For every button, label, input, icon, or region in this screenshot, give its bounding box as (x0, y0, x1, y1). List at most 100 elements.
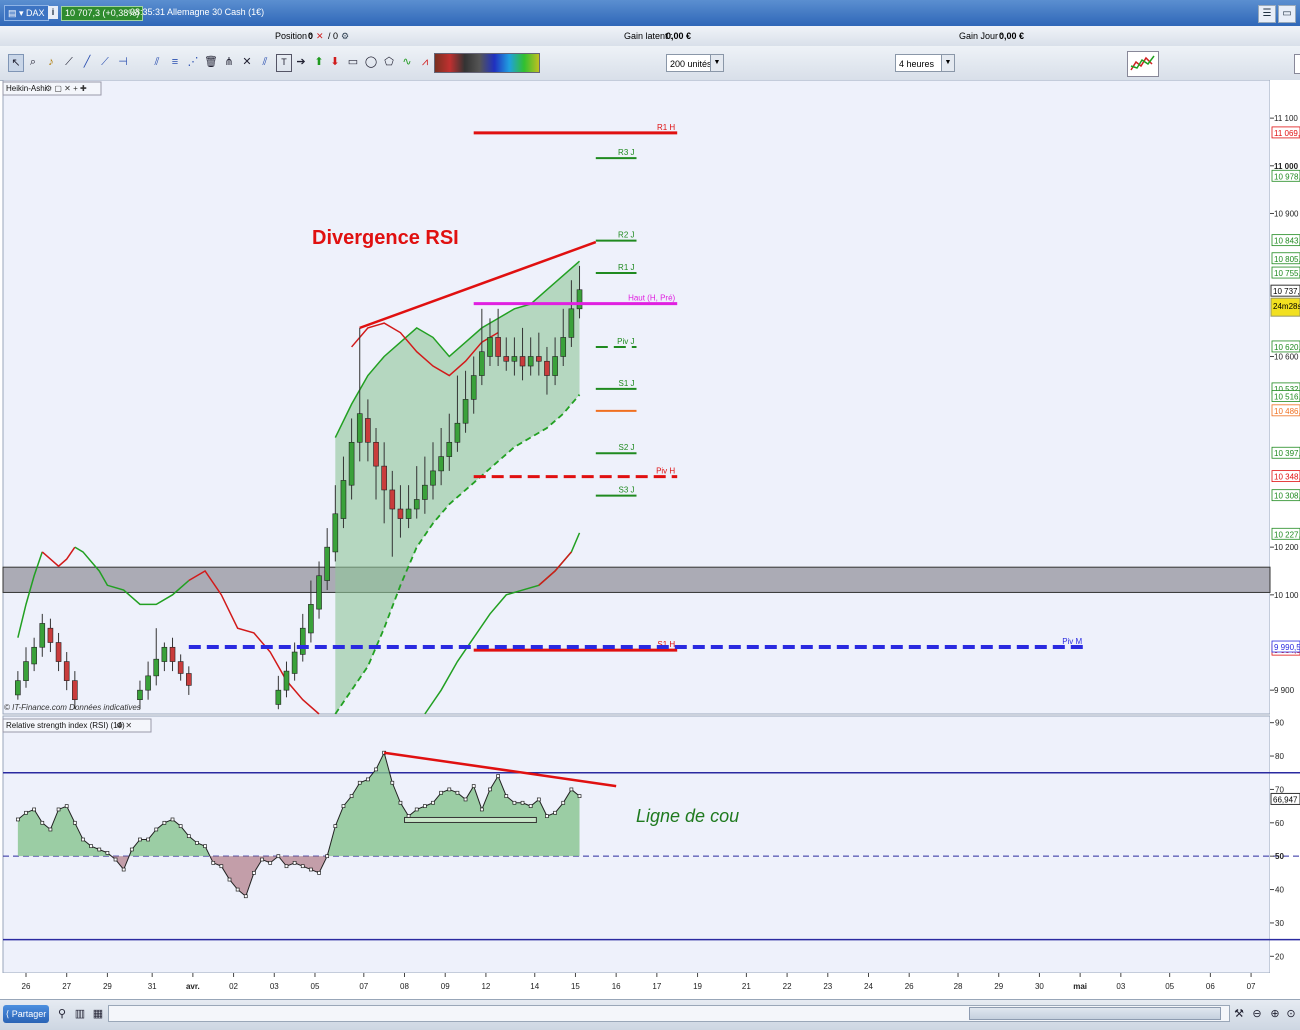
wrench-icon[interactable]: ⚒ (1232, 1006, 1246, 1022)
zoom-reset-icon[interactable]: ⊙ (1284, 1006, 1298, 1022)
candle-body (47, 627, 54, 643)
rsi-point (203, 844, 207, 849)
rsi-tick-label: 40 (1275, 886, 1284, 895)
chart-svg[interactable]: Heikin-Ashi⚙ ▢ ✕ + ✚ Relative strength in… (0, 79, 1300, 999)
rectangle-icon[interactable]: ▭ (346, 54, 360, 70)
ellipse-icon[interactable]: ◯ (364, 54, 378, 70)
rsi-point (105, 850, 110, 855)
drawing-toolbar: ↖ ⌕ ♪ ⟋ ╱ ⟋ ⊣ ⫽ ≡ ⋰ 🗑 ⋔ ✕ ⫽ T ➔ ⬆ ⬇ ▭ ◯ … (0, 46, 1300, 81)
price-tick-label: 11 000 (1274, 162, 1299, 171)
chart-icon: ▤ ▾ (8, 8, 27, 18)
polygon-icon[interactable]: ⬠ (382, 54, 396, 70)
chevron-down-icon: ▼ (941, 55, 954, 71)
time-tick-label: 23 (823, 982, 832, 991)
time-tick-label: 08 (400, 982, 409, 991)
fibonacci-icon[interactable]: ≡ (168, 54, 182, 70)
minimize-icon[interactable]: ▭ (1278, 5, 1296, 23)
candle-body (153, 658, 160, 677)
price-tick-label: 9 900 (1274, 686, 1295, 695)
price-tag: 10 978, (1274, 172, 1300, 181)
orders-icon[interactable]: ⚙ (341, 31, 349, 42)
candle-body (470, 375, 477, 400)
link-icon[interactable]: ⚲ (55, 1006, 69, 1022)
rsi-tick-label: 60 (1275, 819, 1284, 828)
candle-body (495, 337, 501, 357)
trendline-icon[interactable]: ╱ (80, 54, 94, 70)
rsi-tick-label: 90 (1275, 719, 1284, 728)
horizontal-scrollbar[interactable] (108, 1005, 1230, 1022)
rsi-point (398, 800, 403, 805)
rsi-point (309, 867, 313, 872)
close-position-icon[interactable]: ✕ (316, 31, 324, 42)
zoom-icon[interactable]: ⌕ (26, 54, 40, 70)
gain-latent-value: 0,00 € (666, 31, 692, 41)
pivot-level-label: Piv J (617, 337, 634, 346)
horizontal-line-icon[interactable]: ⊣ (116, 54, 130, 70)
price-tag: 10 843, (1274, 237, 1300, 246)
time-tick-label: 17 (652, 982, 661, 991)
status-bar: ⟨ Partager ⚲ ▥ ▦ ⚒ ⊖ ⊕ ⊙ (0, 999, 1300, 1030)
period-select[interactable]: 4 heures ▼ (895, 54, 955, 72)
candle-body (324, 546, 330, 581)
time-tick-label: 26 (22, 982, 31, 991)
candle-body (389, 489, 396, 510)
candle-body (365, 418, 371, 443)
units-select[interactable]: 200 unités ▼ (666, 54, 724, 72)
arrow-up-icon[interactable]: ⬆ (312, 54, 326, 70)
rsi-point (577, 794, 582, 798)
instrument-selector[interactable]: ▤ ▾ DAX (4, 5, 49, 21)
share-button[interactable]: ⟨ Partager (3, 1005, 49, 1023)
scroll-thumb[interactable] (969, 1007, 1221, 1020)
zigzag-icon[interactable]: ⩘ (418, 54, 432, 70)
pitchfork-icon[interactable]: ⋔ (222, 54, 236, 70)
ruler-icon[interactable]: ⟋ (62, 54, 76, 70)
candle-body (39, 623, 46, 648)
rsi-point (276, 854, 281, 859)
price-tag: 10 805, (1274, 255, 1300, 264)
support-zone (2, 566, 1271, 593)
chart-area[interactable]: Heikin-Ashi ⚙ ▢ ✕ + ✚ Relative strength in… (0, 79, 1300, 999)
cursor-icon[interactable]: ↖ (8, 54, 24, 72)
rsi-point (162, 820, 167, 825)
layout-icon[interactable]: ▥ (73, 1006, 87, 1022)
color-palette[interactable] (434, 53, 540, 73)
price-tag: 10 397, (1274, 449, 1300, 458)
wave-icon[interactable]: ∿ (400, 54, 414, 70)
rsi-point (504, 794, 509, 798)
rsi-point (349, 794, 354, 798)
candle-body (560, 337, 567, 357)
arrow-down-icon[interactable]: ⬇ (328, 54, 342, 70)
parallel-icon[interactable]: ⫽ (258, 54, 272, 70)
grid-icon[interactable]: ▦ (91, 1006, 105, 1022)
candle-body (283, 670, 290, 691)
alert-bell-icon[interactable]: ♪ (44, 54, 58, 70)
candle-body (397, 508, 404, 519)
candle-body (55, 642, 62, 662)
fan-icon[interactable]: ⋰ (186, 54, 200, 70)
gann-icon[interactable]: ✕ (240, 54, 254, 70)
menu-icon[interactable]: ☰ (1258, 5, 1276, 23)
text-tool-icon[interactable]: T (276, 54, 292, 72)
candle-body (291, 651, 298, 674)
rsi-point (553, 810, 557, 815)
arrow-right-icon[interactable]: ➔ (294, 54, 308, 70)
ray-icon[interactable]: ⟋ (98, 54, 112, 70)
zoom-out-icon[interactable]: ⊖ (1250, 1006, 1264, 1022)
time-tick-label: 14 (530, 982, 539, 991)
rsi-point (138, 837, 142, 842)
time-tick-label: 31 (148, 982, 157, 991)
time-tick-label: 02 (229, 982, 238, 991)
rsi-point (414, 807, 419, 812)
rsi-tick-label: 80 (1275, 752, 1284, 761)
trash-icon[interactable]: 🗑 (204, 54, 218, 70)
candle-body (381, 465, 387, 491)
candle-body (137, 689, 143, 700)
candle-body (145, 675, 151, 691)
info-icon[interactable]: i (48, 6, 58, 19)
chart-type-button[interactable] (1127, 51, 1159, 77)
pivot-level-label: R2 J (618, 231, 634, 240)
pivot-level-label: S1 J (618, 379, 634, 388)
candle-body (413, 499, 420, 510)
zoom-in-icon[interactable]: ⊕ (1268, 1006, 1282, 1022)
channel-icon[interactable]: ⫽ (150, 54, 164, 70)
